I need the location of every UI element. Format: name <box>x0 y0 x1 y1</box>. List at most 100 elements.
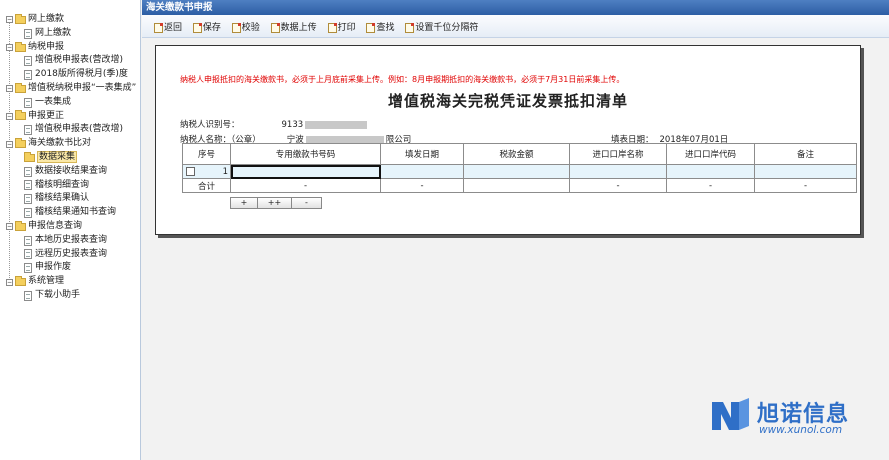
collapse-icon[interactable]: − <box>6 112 13 120</box>
document-icon <box>24 235 32 246</box>
deduction-table: 序号 专用缴款书号码 填发日期 税款金额 进口口岸名称 进口口岸代码 备注 1 <box>182 143 857 193</box>
tree-item-remote-history[interactable]: 远程历史报表查询 <box>0 248 140 262</box>
col-header-remark: 备注 <box>754 143 857 165</box>
tree-item-receive-result-query[interactable]: 数据接收结果查询 <box>0 165 140 179</box>
tree-item-vat-correction[interactable]: 增值税申报表(营改增) <box>0 123 140 137</box>
save-button[interactable]: 保存 <box>192 20 221 33</box>
sum-remark: - <box>754 178 857 193</box>
collapse-icon[interactable]: − <box>6 16 13 24</box>
validate-button[interactable]: 校验 <box>231 20 260 33</box>
row-button-group: + ++ - <box>230 197 322 209</box>
col-header-index: 序号 <box>182 143 231 165</box>
save-icon <box>192 22 202 33</box>
document-icon <box>24 28 32 39</box>
main-area: 海关缴款书申报 返回 保存 校验 数据上传 打印 查找 设置千位分隔符 纳税人申… <box>142 0 889 460</box>
collapse-icon[interactable]: − <box>6 278 13 286</box>
collapse-icon[interactable]: − <box>6 44 13 51</box>
tree-item-audit-detail-query[interactable]: 稽核明细查询 <box>0 179 140 193</box>
col-header-tax-amount: 税款金额 <box>463 143 570 165</box>
add-multiple-rows-button[interactable]: ++ <box>257 197 292 209</box>
toolbar: 返回 保存 校验 数据上传 打印 查找 设置千位分隔符 <box>142 15 889 38</box>
document-icon <box>24 125 32 136</box>
folder-icon <box>15 220 26 231</box>
folder-icon <box>15 110 26 121</box>
tree-item-online-payment[interactable]: 网上缴款 <box>0 27 140 41</box>
document-icon <box>24 166 32 177</box>
tree-item-audit-notice-query[interactable]: 稽核结果通知书查询 <box>0 206 140 220</box>
find-button[interactable]: 查找 <box>366 20 394 33</box>
back-icon <box>154 22 163 33</box>
document-icon <box>24 97 32 108</box>
table-row: 1 <box>182 164 857 179</box>
form-title: 增值税海关完税凭证发票抵扣清单 <box>387 92 628 110</box>
tree-item-audit-confirm[interactable]: 稽核结果确认 <box>0 192 140 206</box>
tree-item-void-filing[interactable]: 申报作废 <box>0 261 140 275</box>
redaction-mask <box>305 120 368 129</box>
port-code-input[interactable] <box>666 164 755 179</box>
tree-group-online-payment[interactable]: − 网上缴款 <box>0 13 140 27</box>
watermark: 旭诺信息 www.xunol.com <box>709 392 879 446</box>
window-title: 海关缴款书申报 <box>142 0 889 15</box>
sidebar-tree: − 网上缴款 网上缴款 − 纳税申报 增值税申报表(营改增) 2018版所得税月(季… <box>0 0 141 460</box>
document-icon <box>24 180 32 191</box>
add-row-button[interactable]: + <box>230 197 258 209</box>
document-icon <box>24 290 32 301</box>
thousand-separator-button[interactable]: 设置千位分隔符 <box>405 20 478 33</box>
collapse-icon[interactable]: − <box>6 85 13 93</box>
upload-button[interactable]: 数据上传 <box>270 20 317 33</box>
col-header-port-code: 进口口岸代码 <box>666 143 755 165</box>
document-icon <box>24 249 32 260</box>
tree-item-income-tax-2018[interactable]: 2018版所得税月(季)度 <box>0 68 140 82</box>
payment-no-input[interactable] <box>230 164 381 179</box>
col-header-payment-no: 专用缴款书号码 <box>230 143 381 165</box>
notice-text: 纳税人申报抵扣的海关缴款书，必须于上月底前采集上传。例如：8月申报期抵扣的海关缴… <box>180 75 625 84</box>
delete-row-button[interactable]: - <box>291 197 322 209</box>
folder-icon <box>15 13 26 24</box>
tree-item-local-history[interactable]: 本地历史报表查询 <box>0 234 140 248</box>
document-icon <box>24 56 32 67</box>
tree-item-data-collection[interactable]: 数据采集 <box>0 150 140 165</box>
sum-label: 合计 <box>182 178 231 193</box>
tree-group-system-admin[interactable]: − 系统管理 <box>0 275 140 289</box>
sum-row: 合计 - - - - - <box>182 178 857 193</box>
tree-item-vat-return[interactable]: 增值税申报表(营改增) <box>0 54 140 68</box>
sum-issue-date: - <box>380 178 464 193</box>
nav-tree: − 网上缴款 网上缴款 − 纳税申报 增值税申报表(营改增) 2018版所得税月(季… <box>0 0 140 303</box>
settings-icon <box>405 22 415 33</box>
back-button[interactable]: 返回 <box>154 20 182 33</box>
folder-icon <box>24 151 35 162</box>
taxpayer-id-label: 纳税人识别号： <box>180 120 240 130</box>
sum-port-name: - <box>569 178 667 193</box>
remark-input[interactable] <box>754 164 857 179</box>
deduction-form: 纳税人申报抵扣的海关缴款书，必须于上月底前采集上传。例如：8月申报期抵扣的海关缴… <box>155 45 861 235</box>
document-icon <box>24 70 32 81</box>
tree-group-tax-filing[interactable]: − 纳税申报 <box>0 41 140 55</box>
sum-payment-no: - <box>230 178 381 193</box>
sum-tax-amount <box>463 178 570 193</box>
collapse-icon[interactable]: − <box>6 140 13 148</box>
tree-group-vat-integrated[interactable]: − 增值税纳税申报“一表集成” <box>0 82 140 96</box>
tree-item-integrated[interactable]: 一表集成 <box>0 96 140 110</box>
tree-group-customs-comparison[interactable]: − 海关缴款书比对 <box>0 137 140 151</box>
watermark-url: www.xunol.com <box>759 424 843 436</box>
col-header-issue-date: 填发日期 <box>380 143 464 165</box>
document-icon <box>24 263 32 274</box>
row-checkbox[interactable] <box>186 166 195 176</box>
tree-group-correction[interactable]: − 申报更正 <box>0 110 140 124</box>
print-button[interactable]: 打印 <box>327 20 356 33</box>
folder-icon <box>15 138 26 149</box>
xunol-logo-icon <box>712 398 749 430</box>
print-icon <box>327 22 337 33</box>
table-header-row: 序号 专用缴款书号码 填发日期 税款金额 进口口岸名称 进口口岸代码 备注 <box>182 143 857 165</box>
taxpayer-id-value: 9133 <box>281 120 304 130</box>
issue-date-input[interactable] <box>380 164 464 179</box>
tree-item-download-helper[interactable]: 下载小助手 <box>0 289 140 303</box>
collapse-icon[interactable]: − <box>6 223 13 231</box>
tax-amount-input[interactable] <box>463 164 570 179</box>
tree-group-filing-query[interactable]: − 申报信息查询 <box>0 220 140 234</box>
document-icon <box>24 208 32 219</box>
find-icon <box>366 22 376 33</box>
port-name-input[interactable] <box>569 164 667 179</box>
sum-port-code: - <box>666 178 755 193</box>
folder-icon <box>15 276 26 287</box>
